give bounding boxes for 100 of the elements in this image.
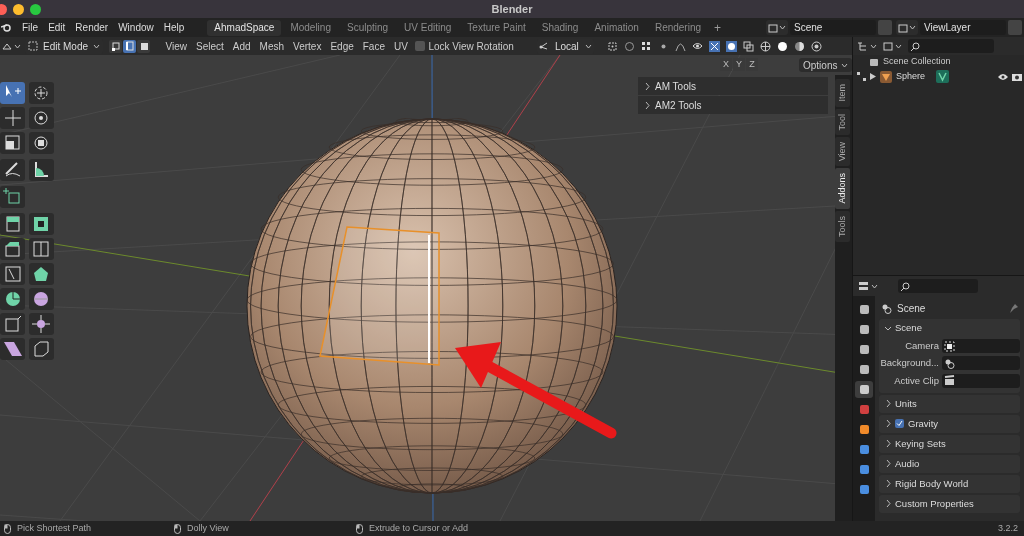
- outliner-item[interactable]: Scene Collection: [883, 55, 951, 69]
- header-menu[interactable]: Vertex: [288, 38, 326, 54]
- sidebar-tab[interactable]: View: [835, 137, 850, 167]
- workspace-tab[interactable]: Shading: [534, 19, 586, 36]
- field-label: Active Clip: [893, 373, 939, 388]
- checkbox[interactable]: [895, 419, 904, 429]
- header-menu[interactable]: Select: [191, 38, 229, 54]
- panel-header[interactable]: Scene: [879, 319, 1020, 337]
- sidebar-panel-header[interactable]: AM Tools: [638, 77, 828, 95]
- tool-button[interactable]: [0, 159, 25, 181]
- tool-button[interactable]: [0, 132, 25, 154]
- header-menu[interactable]: Edge: [325, 38, 359, 54]
- panel-header[interactable]: Gravity: [879, 414, 1020, 433]
- add-workspace-button[interactable]: +: [710, 18, 726, 37]
- workspace-tab[interactable]: Modeling: [283, 19, 338, 36]
- tool-button[interactable]: [28, 132, 54, 154]
- search-icon: [911, 41, 920, 51]
- menu-item[interactable]: Render: [70, 20, 114, 35]
- tool-button[interactable]: [28, 159, 54, 181]
- field-input[interactable]: [942, 373, 1020, 388]
- outliner-item[interactable]: Sphere: [896, 69, 932, 84]
- outliner-search-field[interactable]: [908, 39, 994, 53]
- options-dropdown[interactable]: Options: [799, 58, 852, 72]
- sidebar-panel-header[interactable]: AM2 Tools: [638, 96, 828, 114]
- properties-icon: [858, 281, 870, 291]
- zoom-button[interactable]: [30, 3, 41, 15]
- panel-header[interactable]: Keying Sets: [879, 434, 1020, 453]
- tool-button[interactable]: [0, 238, 25, 260]
- scene-field[interactable]: Scene: [790, 20, 876, 35]
- sidebar-tab[interactable]: Tool: [835, 108, 850, 136]
- tool-button[interactable]: [0, 288, 25, 310]
- tool-button[interactable]: [28, 288, 54, 310]
- header-menu[interactable]: Add: [228, 38, 256, 54]
- chevron-down-icon: [841, 61, 849, 69]
- field-input[interactable]: [942, 339, 1020, 354]
- chevron-right-icon: [885, 440, 891, 448]
- tool-button[interactable]: [0, 338, 25, 360]
- workspace-tab[interactable]: Rendering: [647, 19, 709, 36]
- tool-button[interactable]: [28, 107, 54, 129]
- panel-header[interactable]: Rigid Body World: [879, 474, 1020, 493]
- tool-button[interactable]: [28, 313, 54, 335]
- editor-type-icon: [2, 41, 13, 51]
- select-mode-button[interactable]: [123, 39, 136, 53]
- shrink-icon: [30, 313, 52, 335]
- mirror-axis-toggle[interactable]: X: [720, 58, 732, 71]
- header-menu[interactable]: UV: [389, 38, 413, 54]
- orientation-icon: [538, 41, 549, 51]
- field-label: Background...: [879, 356, 939, 371]
- sidebar-tab[interactable]: Addons: [835, 168, 850, 209]
- tool-button[interactable]: [0, 263, 25, 285]
- chevron-down-icon: [870, 42, 877, 50]
- mode-dropdown[interactable]: Edit Mode: [25, 38, 103, 54]
- chevron-down-icon: [909, 24, 916, 31]
- view-layer-browse-button[interactable]: [896, 20, 918, 35]
- sidebar-tab[interactable]: Tools: [835, 210, 850, 242]
- menu-item[interactable]: Help: [158, 20, 190, 35]
- header-menu[interactable]: Mesh: [255, 38, 289, 54]
- context-title: Scene: [897, 301, 926, 316]
- edge-select-icon: [124, 41, 135, 51]
- gizmo-icon: [708, 40, 720, 52]
- menu-item[interactable]: Edit: [43, 20, 71, 35]
- expand-toggle[interactable]: [870, 73, 876, 80]
- panel-header[interactable]: Units: [879, 394, 1020, 413]
- mirror-axis-toggle[interactable]: Y: [733, 58, 745, 71]
- panel-header[interactable]: Audio: [879, 454, 1020, 473]
- workspace-tab[interactable]: Texture Paint: [460, 19, 533, 36]
- field-input[interactable]: [942, 356, 1020, 371]
- face-select-icon: [138, 41, 149, 51]
- scene-browse-button[interactable]: [766, 20, 788, 35]
- select-mode-button[interactable]: [137, 39, 150, 53]
- workspace-tab[interactable]: Animation: [587, 19, 646, 36]
- view-layer-field[interactable]: ViewLayer: [920, 20, 1006, 35]
- tool-button[interactable]: [28, 263, 54, 285]
- tool-button[interactable]: [28, 213, 54, 235]
- vertex-select-icon: [110, 41, 121, 51]
- minimize-button[interactable]: [13, 3, 24, 15]
- edit-mode-icon: [28, 41, 38, 51]
- panel-header[interactable]: Custom Properties: [879, 494, 1020, 513]
- filter-view-button[interactable]: [883, 41, 902, 51]
- menu-item[interactable]: File: [17, 20, 44, 35]
- editor-type-button[interactable]: [858, 281, 878, 291]
- lock-view-rotation-checkbox[interactable]: Lock View Rotation: [415, 38, 514, 54]
- select-mode-button[interactable]: [109, 39, 122, 53]
- chevron-right-icon: [885, 400, 891, 408]
- properties-tab[interactable]: [855, 381, 873, 398]
- header-menu[interactable]: View: [161, 38, 192, 54]
- eye-icon: [998, 72, 1008, 81]
- tool-button[interactable]: [28, 82, 54, 104]
- mouse-icon: [4, 523, 11, 534]
- properties-search-field[interactable]: [898, 279, 978, 293]
- header-menu[interactable]: Face: [358, 38, 390, 54]
- workspace-tab[interactable]: AhmadSpace: [207, 19, 282, 36]
- wireframe-shading-icon: [759, 40, 771, 52]
- menu-item[interactable]: Window: [113, 20, 159, 35]
- workspace-tab[interactable]: Sculpting: [339, 19, 396, 36]
- tool-button[interactable]: [0, 213, 25, 235]
- display-mode-button[interactable]: [857, 41, 877, 51]
- tool-button[interactable]: [0, 82, 25, 104]
- workspace-tab[interactable]: UV Editing: [397, 19, 459, 36]
- sidebar-tab[interactable]: Item: [835, 79, 850, 107]
